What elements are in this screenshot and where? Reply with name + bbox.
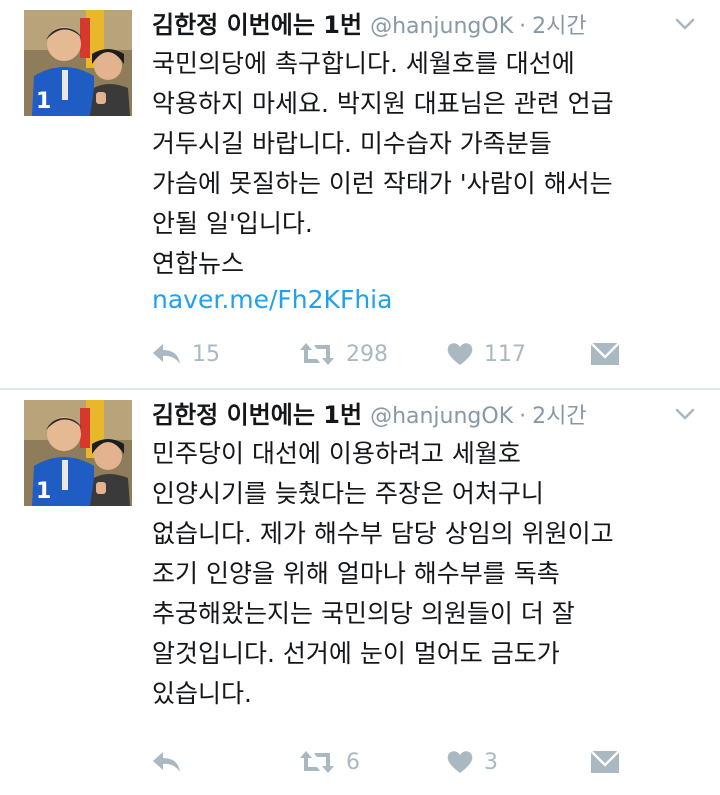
retweet-icon — [298, 749, 336, 775]
retweet-icon — [298, 341, 336, 367]
retweet-count: 6 — [346, 749, 360, 775]
svg-text:1: 1 — [36, 89, 51, 114]
tweet-card[interactable]: 1 김한정 이번에는 1번 @hanjungOK · 2시간 민주당이 대선에 이용하… — [0, 390, 720, 795]
tweet-text: 국민의당에 촉구합니다. 세월호를 대선에 악용하지 마세요. 박지원 대표님은… — [152, 49, 614, 278]
avatar[interactable]: 1 — [24, 10, 132, 116]
timestamp[interactable]: 2시간 — [532, 404, 586, 429]
like-button[interactable]: 3 — [446, 742, 498, 782]
display-name[interactable]: 김한정 이번에는 1번 — [152, 401, 362, 429]
reply-icon — [150, 341, 182, 367]
retweet-button[interactable]: 298 — [298, 334, 388, 374]
reply-count: 15 — [192, 341, 220, 367]
heart-icon — [446, 749, 474, 775]
tweet-actions: 6 3 — [150, 742, 670, 782]
separator-dot: · — [519, 404, 527, 429]
like-count: 117 — [484, 341, 526, 367]
user-handle[interactable]: @hanjungOK — [370, 14, 513, 39]
heart-icon — [446, 341, 474, 367]
reply-button[interactable] — [150, 742, 192, 782]
tweet-text: 민주당이 대선에 이용하려고 세월호 인양시기를 늦췄다는 주장은 어처구니 없… — [152, 439, 614, 708]
tweet-header: 김한정 이번에는 1번 @hanjungOK · 2시간 — [152, 398, 587, 432]
like-count: 3 — [484, 749, 498, 775]
user-handle[interactable]: @hanjungOK — [370, 404, 513, 429]
tweet-header: 김한정 이번에는 1번 @hanjungOK · 2시간 — [152, 8, 587, 42]
dm-button[interactable] — [590, 334, 620, 374]
retweet-count: 298 — [346, 341, 388, 367]
dm-button[interactable] — [590, 742, 620, 782]
separator-dot: · — [519, 14, 527, 39]
display-name[interactable]: 김한정 이번에는 1번 — [152, 11, 362, 39]
reply-icon — [150, 749, 182, 775]
tweet-actions: 15 298 117 — [150, 334, 670, 374]
svg-text:1: 1 — [36, 479, 51, 504]
timestamp[interactable]: 2시간 — [532, 14, 586, 39]
tweet-card[interactable]: 1 김한정 이번에는 1번 @hanjungOK · 2시간 국민의당에 촉구합니다.… — [0, 0, 720, 389]
chevron-down-icon[interactable] — [674, 406, 696, 422]
like-button[interactable]: 117 — [446, 334, 526, 374]
chevron-down-icon[interactable] — [674, 16, 696, 32]
retweet-button[interactable]: 6 — [298, 742, 360, 782]
envelope-icon — [590, 750, 620, 774]
envelope-icon — [590, 342, 620, 366]
reply-button[interactable]: 15 — [150, 334, 220, 374]
avatar[interactable]: 1 — [24, 400, 132, 506]
tweet-link[interactable]: naver.me/Fh2KFhia — [152, 280, 392, 320]
